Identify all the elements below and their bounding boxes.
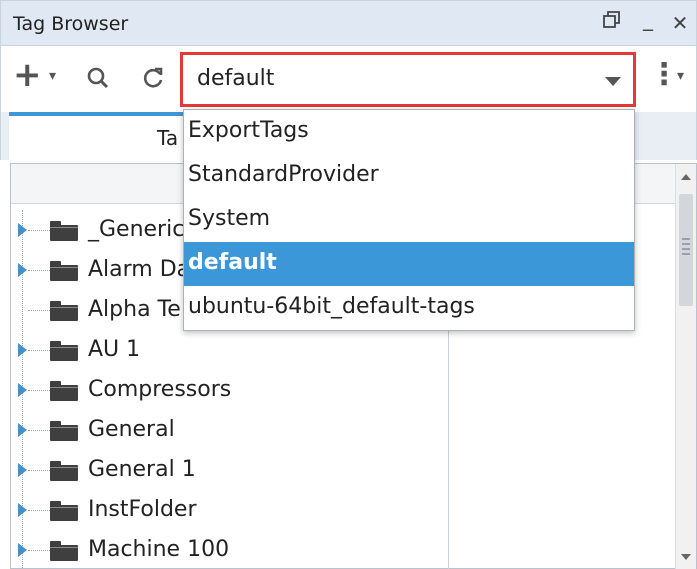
- close-button[interactable]: ✕: [667, 9, 693, 37]
- grip-line: [682, 243, 690, 245]
- refresh-icon[interactable]: [141, 66, 165, 94]
- provider-option[interactable]: System: [184, 198, 634, 242]
- tree-connector: [28, 550, 50, 551]
- expand-arrow-icon[interactable]: [18, 263, 27, 277]
- more-menu-chevron-icon[interactable]: ▾: [677, 68, 684, 84]
- tree-row[interactable]: InstFolder: [11, 490, 447, 530]
- tree-row[interactable]: AU 1: [11, 330, 447, 370]
- tree-row-label: General 1: [88, 457, 196, 482]
- folder-icon: [50, 421, 78, 441]
- tree-row-label: Machine 100: [88, 537, 230, 562]
- vertical-scrollbar[interactable]: [675, 164, 696, 569]
- chevron-down-icon[interactable]: [605, 77, 621, 86]
- expand-arrow-icon[interactable]: [18, 343, 27, 357]
- restore-window-icon[interactable]: [599, 9, 625, 37]
- provider-option[interactable]: StandardProvider: [184, 154, 634, 198]
- search-icon[interactable]: [86, 66, 110, 94]
- tree-row-label: Compressors: [88, 377, 232, 402]
- provider-option-label: ExportTags: [188, 118, 309, 143]
- folder-icon: [50, 341, 78, 361]
- scrollbar-thumb[interactable]: [679, 194, 693, 306]
- tree-connector: [28, 270, 50, 271]
- tree-row-label: Alpha Te: [88, 297, 181, 322]
- grip-line: [682, 253, 690, 255]
- tree-row[interactable]: General 1: [11, 450, 447, 490]
- more-options-icon[interactable]: ⋮: [649, 58, 679, 92]
- expand-arrow-icon[interactable]: [18, 463, 27, 477]
- grip-line: [682, 238, 690, 240]
- tree-row-label: General: [88, 417, 175, 442]
- provider-option-selected[interactable]: default: [184, 242, 634, 286]
- tab-tags-label: Ta: [157, 126, 179, 150]
- tree-row-label: _Generic: [88, 217, 185, 242]
- tree-connector: [28, 230, 50, 231]
- folder-icon: [50, 261, 78, 281]
- tree-row-label: InstFolder: [88, 497, 197, 522]
- tree-connector: [28, 390, 50, 391]
- folder-icon: [50, 541, 78, 561]
- provider-option[interactable]: ExportTags: [184, 110, 634, 154]
- provider-option-label: System: [188, 206, 271, 231]
- tree-row[interactable]: Machine 100: [11, 530, 447, 569]
- tree-connector: [28, 430, 50, 431]
- minimize-button[interactable]: _: [635, 5, 661, 33]
- grip-line: [682, 248, 690, 250]
- tag-provider-dropdown[interactable]: default: [180, 52, 636, 107]
- tree-row-label: Alarm Da: [88, 257, 191, 282]
- folder-icon: [50, 381, 78, 401]
- folder-icon: [50, 221, 78, 241]
- add-tag-button[interactable]: +: [13, 58, 42, 92]
- tree-row-label: AU 1: [88, 337, 141, 362]
- title-bar: Tag Browser _ ✕: [0, 0, 697, 46]
- expand-arrow-icon[interactable]: [18, 423, 27, 437]
- provider-option-label: default: [188, 250, 277, 275]
- add-menu-chevron-icon[interactable]: ▾: [49, 68, 56, 84]
- provider-selected-value: default: [197, 66, 275, 91]
- folder-icon: [50, 501, 78, 521]
- provider-options-list: ExportTags StandardProvider System defau…: [183, 109, 635, 331]
- folder-icon: [50, 461, 78, 481]
- scroll-down-arrow-icon[interactable]: [681, 554, 691, 560]
- panel-title: Tag Browser: [13, 13, 129, 35]
- provider-option[interactable]: ubuntu-64bit_default-tags: [184, 286, 634, 330]
- tree-connector: [28, 310, 50, 311]
- expand-arrow-icon[interactable]: [18, 223, 27, 237]
- tree-connector: [28, 510, 50, 511]
- provider-option-label: StandardProvider: [188, 162, 379, 187]
- provider-option-label: ubuntu-64bit_default-tags: [188, 294, 475, 319]
- expand-arrow-icon[interactable]: [18, 543, 27, 557]
- expand-arrow-icon[interactable]: [18, 503, 27, 517]
- tree-row[interactable]: General: [11, 410, 447, 450]
- tree-connector: [28, 470, 50, 471]
- folder-icon: [50, 301, 78, 321]
- tree-connector: [28, 350, 50, 351]
- expand-arrow-icon[interactable]: [18, 383, 27, 397]
- scroll-up-arrow-icon[interactable]: [681, 174, 691, 180]
- tree-row[interactable]: Compressors: [11, 370, 447, 410]
